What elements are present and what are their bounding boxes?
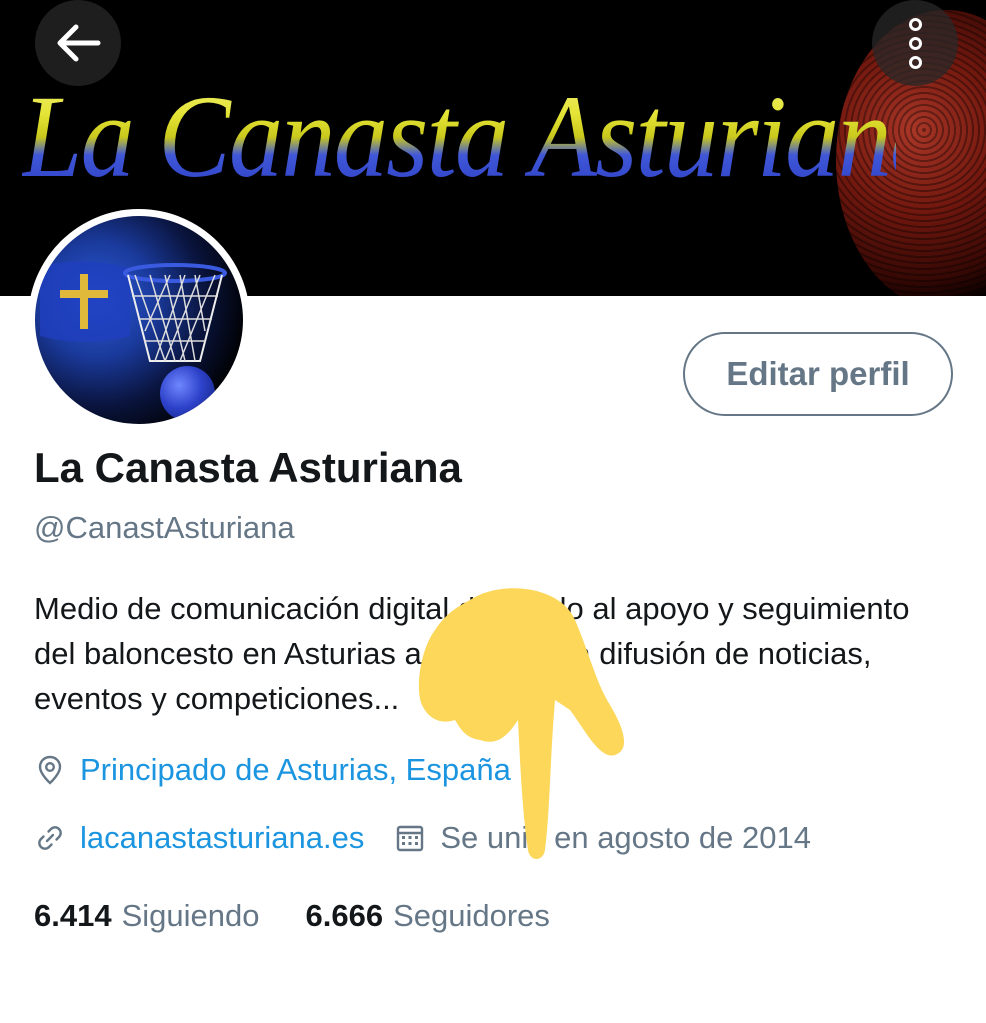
following-stat[interactable]: 6.414 Siguiendo xyxy=(34,898,259,934)
location-pin-icon xyxy=(38,755,62,785)
arrow-left-icon xyxy=(57,24,101,62)
follow-stats: 6.414 Siguiendo 6.666 Seguidores xyxy=(34,898,550,934)
basketball-hoop-icon xyxy=(123,263,227,362)
basketball-ball xyxy=(160,366,215,421)
more-options-button[interactable] xyxy=(872,0,958,86)
website-link[interactable]: lacanastasturiana.es xyxy=(80,820,364,856)
followers-count: 6.666 xyxy=(305,898,384,933)
asturias-cross-icon xyxy=(40,261,130,342)
calendar-icon xyxy=(397,825,424,852)
banner-title: La Canasta Asturiana xyxy=(22,62,944,212)
more-vertical-icon xyxy=(908,17,922,69)
avatar[interactable] xyxy=(28,209,250,431)
following-count: 6.414 xyxy=(34,898,112,933)
edit-profile-button[interactable]: Editar perfil xyxy=(683,332,953,416)
following-label: Siguiendo xyxy=(121,898,260,933)
profile-bio: Medio de comunicación digital dedicado a… xyxy=(34,591,910,716)
followers-label: Seguidores xyxy=(393,898,550,933)
back-button[interactable] xyxy=(35,0,121,86)
followers-stat[interactable]: 6.666 Seguidores xyxy=(305,898,549,934)
link-icon xyxy=(38,826,62,850)
avatar-image xyxy=(35,216,243,424)
location-row: Principado de Asturias, España xyxy=(34,752,511,788)
profile-handle: @CanastAsturiana xyxy=(34,510,295,545)
location-text: Principado de Asturias, España xyxy=(80,752,511,787)
joined-date: Se unió en agosto de 2014 xyxy=(440,820,811,855)
links-row: lacanastasturiana.es Se unió en agosto d… xyxy=(34,820,811,856)
profile-name: La Canasta Asturiana xyxy=(34,444,462,491)
